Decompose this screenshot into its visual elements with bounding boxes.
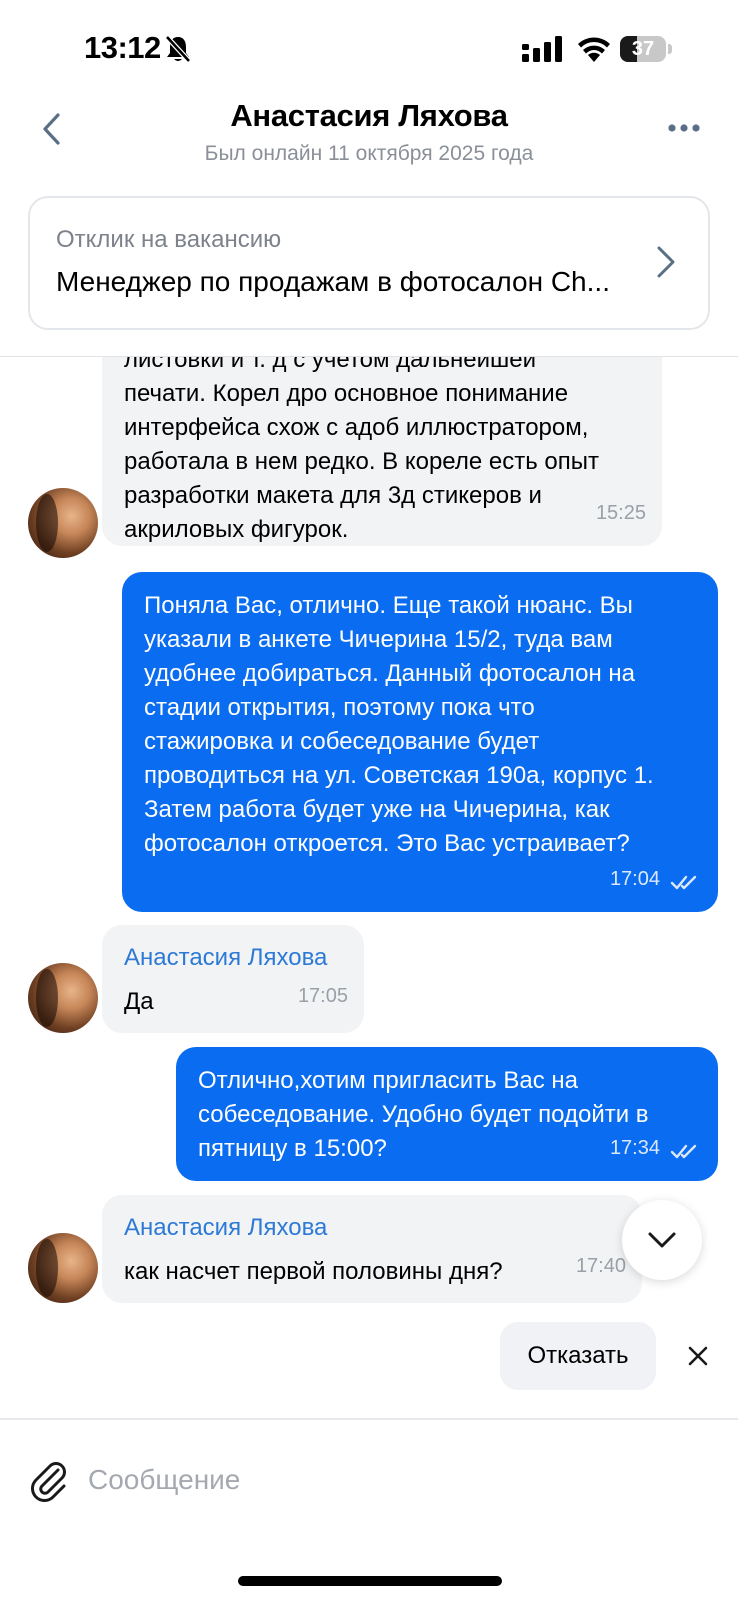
message-time: 17:40 bbox=[575, 1255, 626, 1277]
wifi-icon bbox=[578, 37, 610, 62]
message-incoming[interactable]: Анастасия Ляхова как насчет первой полов… bbox=[102, 1195, 642, 1303]
more-options-button[interactable] bbox=[662, 108, 706, 148]
message-text: как насчет первой половины дня? bbox=[124, 1258, 503, 1285]
avatar[interactable] bbox=[28, 963, 98, 1033]
message-time: 15:25 bbox=[595, 502, 646, 524]
double-check-icon bbox=[670, 875, 697, 890]
cellular-signal-icon bbox=[522, 36, 562, 62]
vacancy-card[interactable]: Отклик на вакансию Менеджер по продажам … bbox=[28, 196, 710, 330]
sender-name: Анастасия Ляхова bbox=[124, 1214, 328, 1241]
message-time: 17:04 bbox=[609, 868, 660, 890]
avatar[interactable] bbox=[28, 488, 98, 558]
message-time: 17:05 bbox=[297, 985, 348, 1007]
double-check-icon bbox=[670, 1144, 697, 1159]
battery-level: 37 bbox=[631, 38, 655, 60]
message-text: Поняла Вас, отлично. Еще такой нюанс. Вы… bbox=[144, 592, 654, 857]
chevron-right-icon bbox=[657, 246, 675, 278]
vacancy-title: Менеджер по продажам в фотосалон Ch... bbox=[56, 266, 610, 297]
message-input[interactable] bbox=[88, 1452, 688, 1508]
sender-name: Анастасия Ляхова bbox=[124, 944, 328, 971]
home-indicator bbox=[238, 1576, 502, 1586]
message-text: листовки и т. д с учетом дальнейшей печа… bbox=[124, 357, 599, 543]
more-horizontal-icon bbox=[668, 124, 700, 132]
message-incoming[interactable]: листовки и т. д с учетом дальнейшей печа… bbox=[102, 357, 662, 546]
vacancy-label: Отклик на вакансию bbox=[56, 226, 282, 253]
battery-indicator: 37 bbox=[620, 36, 672, 62]
scroll-down-button[interactable] bbox=[622, 1200, 702, 1280]
avatar[interactable] bbox=[28, 1233, 98, 1303]
close-quick-reply-button[interactable] bbox=[682, 1340, 714, 1372]
composer-divider bbox=[0, 1418, 738, 1420]
bell-muted-icon bbox=[165, 35, 191, 63]
message-list[interactable]: листовки и т. д с учетом дальнейшей печа… bbox=[0, 357, 738, 1317]
reject-button[interactable]: Отказать bbox=[500, 1322, 656, 1390]
page-title: Анастасия Ляхова bbox=[230, 98, 508, 133]
message-time: 17:34 bbox=[609, 1137, 660, 1159]
message-outgoing[interactable]: Поняла Вас, отлично. Еще такой нюанс. Вы… bbox=[122, 572, 718, 912]
last-seen-status: Был онлайн 11 октября 2025 года bbox=[204, 142, 534, 165]
paperclip-icon[interactable] bbox=[28, 1458, 68, 1502]
message-incoming[interactable]: Анастасия Ляхова Да 17:05 bbox=[102, 925, 364, 1033]
status-time: 13:12 bbox=[84, 30, 161, 65]
chevron-down-icon bbox=[648, 1232, 676, 1248]
message-outgoing[interactable]: Отлично,хотим пригласить Вас на собеседо… bbox=[176, 1047, 718, 1181]
close-icon bbox=[688, 1346, 708, 1366]
status-bar: 13:12 37 bbox=[0, 0, 738, 100]
